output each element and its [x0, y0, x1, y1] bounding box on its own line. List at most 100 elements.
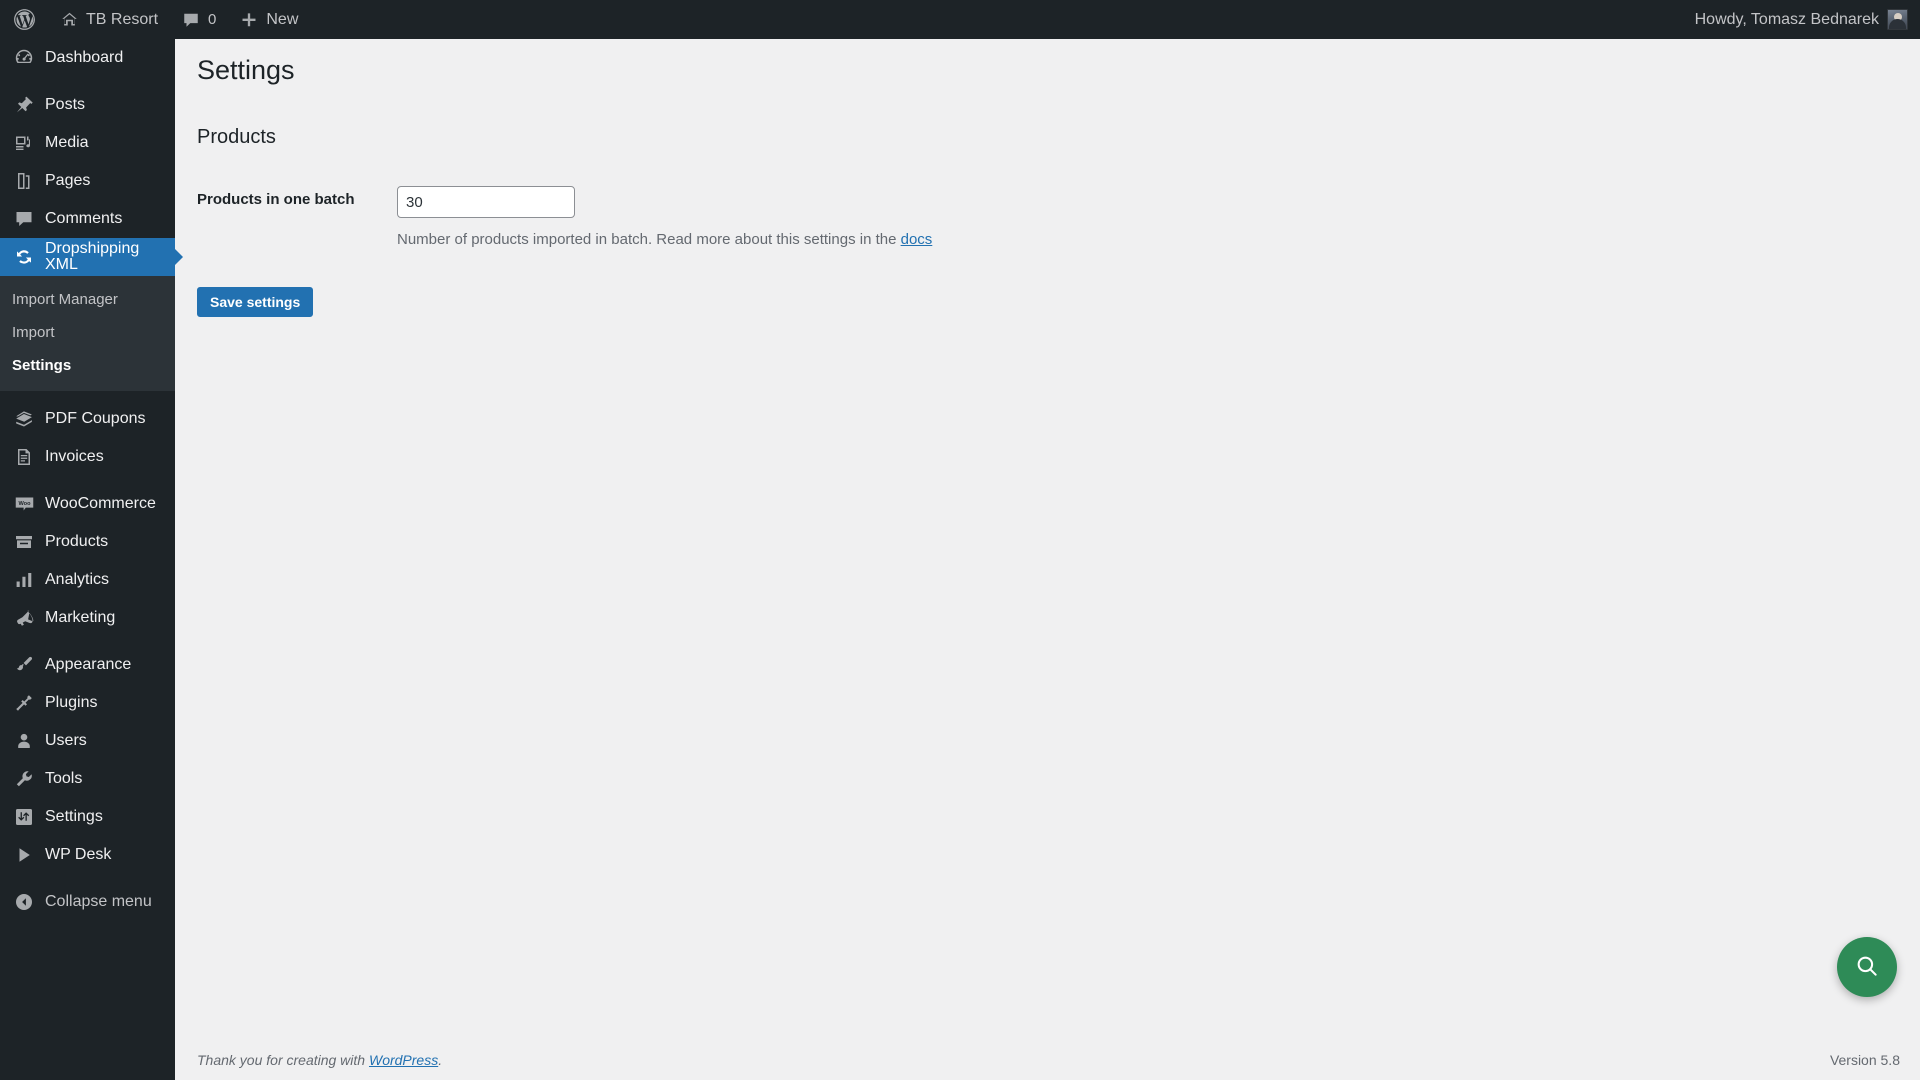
- svg-text:Woo: Woo: [18, 500, 31, 506]
- pages-icon: [12, 171, 36, 191]
- sidebar-item-invoices[interactable]: Invoices: [0, 438, 175, 476]
- sidebar-subitem-label: Import Manager: [12, 291, 118, 308]
- home-icon: [61, 11, 78, 28]
- footer-version: Version 5.8: [1829, 1052, 1900, 1068]
- sidebar-item-label: Comments: [45, 210, 123, 227]
- paintbrush-icon: [12, 655, 36, 675]
- megaphone-icon: [12, 608, 36, 628]
- new-content-label: New: [266, 10, 299, 28]
- new-content-menu[interactable]: New: [228, 0, 310, 39]
- sidebar-item-pages[interactable]: Pages: [0, 162, 175, 200]
- products-box-icon: [12, 532, 36, 552]
- sidebar-item-comments[interactable]: Comments: [0, 200, 175, 238]
- sidebar-item-wp-desk[interactable]: WP Desk: [0, 836, 175, 874]
- submit-area: Save settings: [197, 287, 1900, 318]
- sidebar-item-label: Pages: [45, 172, 91, 189]
- help-search-button[interactable]: [1837, 937, 1897, 997]
- comments-menu[interactable]: 0: [170, 0, 228, 39]
- table-row: Products in one batch Number of products…: [197, 173, 1297, 263]
- sidebar-item-label: Users: [45, 732, 87, 749]
- page-title: Settings: [197, 55, 295, 85]
- wordpress-link[interactable]: WordPress: [369, 1052, 438, 1068]
- wordpress-logo-menu[interactable]: [0, 0, 49, 39]
- comment-bubble-icon: [12, 209, 36, 229]
- admin-bar-spacer: [310, 0, 1682, 39]
- site-name-label: TB Resort: [86, 10, 159, 28]
- content-area: Settings Products Products in one batch …: [175, 39, 1920, 1080]
- sidebar-item-woocommerce[interactable]: Woo WooCommerce: [0, 485, 175, 523]
- settings-form-table: Products in one batch Number of products…: [197, 173, 1297, 263]
- sidebar-item-label: Media: [45, 134, 89, 151]
- play-triangle-icon: [12, 845, 36, 865]
- sidebar-item-analytics[interactable]: Analytics: [0, 561, 175, 599]
- menu-separator: [0, 391, 175, 400]
- sidebar-item-label: Products: [45, 533, 109, 550]
- products-in-one-batch-label: Products in one batch: [197, 191, 355, 209]
- sidebar-item-pdf-coupons[interactable]: PDF Coupons: [0, 400, 175, 438]
- sidebar-subitem-settings[interactable]: Settings: [0, 349, 175, 382]
- comment-bubble-icon: [182, 11, 200, 29]
- menu-separator: [0, 874, 175, 883]
- products-in-one-batch-cell: Number of products imported in batch. Re…: [387, 173, 1297, 263]
- section-title-products: Products: [197, 126, 276, 149]
- wordpress-logo-icon: [12, 7, 37, 32]
- menu-separator: [0, 637, 175, 646]
- coupons-icon: [12, 409, 36, 429]
- sidebar-item-dropshipping-xml[interactable]: Dropshipping XML: [0, 238, 183, 276]
- woocommerce-icon: Woo: [12, 494, 36, 515]
- sidebar-item-label: WooCommerce: [45, 495, 156, 512]
- comments-count: 0: [208, 11, 217, 28]
- save-settings-button[interactable]: Save settings: [197, 287, 314, 318]
- docs-link[interactable]: docs: [901, 231, 933, 248]
- sidebar-item-appearance[interactable]: Appearance: [0, 646, 175, 684]
- site-name-menu[interactable]: TB Resort: [49, 0, 170, 39]
- sidebar-item-marketing[interactable]: Marketing: [0, 599, 175, 637]
- sidebar-item-settings[interactable]: Settings: [0, 798, 175, 836]
- sidebar-item-plugins[interactable]: Plugins: [0, 684, 175, 722]
- footer-thankyou: Thank you for creating with WordPress.: [197, 1052, 442, 1068]
- field-description: Number of products imported in batch. Re…: [397, 229, 1287, 250]
- sidebar-item-label: Dashboard: [45, 49, 124, 66]
- field-description-text: Number of products imported in batch. Re…: [397, 231, 901, 249]
- sidebar-item-label: Plugins: [45, 694, 98, 711]
- sidebar-item-label: PDF Coupons: [45, 410, 146, 427]
- my-account-menu[interactable]: Howdy, Tomasz Bednarek: [1683, 0, 1920, 39]
- plus-icon: [240, 11, 258, 29]
- sidebar-subitem-import-manager[interactable]: Import Manager: [0, 283, 175, 316]
- howdy-label: Howdy, Tomasz Bednarek: [1694, 10, 1879, 28]
- admin-bar: TB Resort 0 New Howdy, Tomasz Bednarek: [0, 0, 1920, 39]
- dashboard-icon: [12, 48, 36, 68]
- sidebar-item-tools[interactable]: Tools: [0, 760, 175, 798]
- sidebar-item-products[interactable]: Products: [0, 523, 175, 561]
- pin-icon: [12, 95, 36, 115]
- footer-thankyou-text: Thank you for creating with: [197, 1052, 369, 1068]
- collapse-menu-button[interactable]: Collapse menu: [0, 883, 175, 921]
- sidebar-item-label: Invoices: [45, 448, 104, 465]
- plug-icon: [12, 693, 36, 713]
- sidebar-item-posts[interactable]: Posts: [0, 86, 175, 124]
- footer-thankyou-period: .: [438, 1052, 443, 1068]
- user-icon: [12, 731, 36, 751]
- admin-sidebar-menu: Dashboard Posts Media Pages Comments Dro…: [0, 39, 183, 1080]
- sidebar-item-label: Analytics: [45, 571, 110, 588]
- collapse-menu-label: Collapse menu: [45, 893, 152, 910]
- wrench-icon: [12, 769, 36, 789]
- sidebar-item-label: Posts: [45, 96, 86, 113]
- sidebar-submenu-dropshipping-xml: Import Manager Import Settings: [0, 276, 175, 391]
- sidebar-item-media[interactable]: Media: [0, 124, 175, 162]
- sidebar-subitem-import[interactable]: Import: [0, 316, 175, 349]
- sidebar-item-dashboard[interactable]: Dashboard: [0, 39, 175, 77]
- sidebar-item-users[interactable]: Users: [0, 722, 175, 760]
- sidebar-subitem-label: Settings: [12, 357, 72, 374]
- products-in-one-batch-input[interactable]: [397, 186, 575, 219]
- sidebar-item-label: Tools: [45, 770, 83, 787]
- admin-footer: Thank you for creating with WordPress. V…: [175, 1040, 1920, 1080]
- media-icon: [12, 133, 36, 153]
- sidebar-item-label: Dropshipping XML: [45, 240, 140, 273]
- sidebar-item-label: Appearance: [45, 656, 132, 673]
- sliders-icon: [12, 807, 36, 827]
- collapse-arrow-icon: [12, 892, 36, 912]
- admin-bar-right: Howdy, Tomasz Bednarek: [1683, 0, 1920, 39]
- menu-separator: [0, 77, 175, 86]
- sync-arrows-icon: [12, 247, 36, 267]
